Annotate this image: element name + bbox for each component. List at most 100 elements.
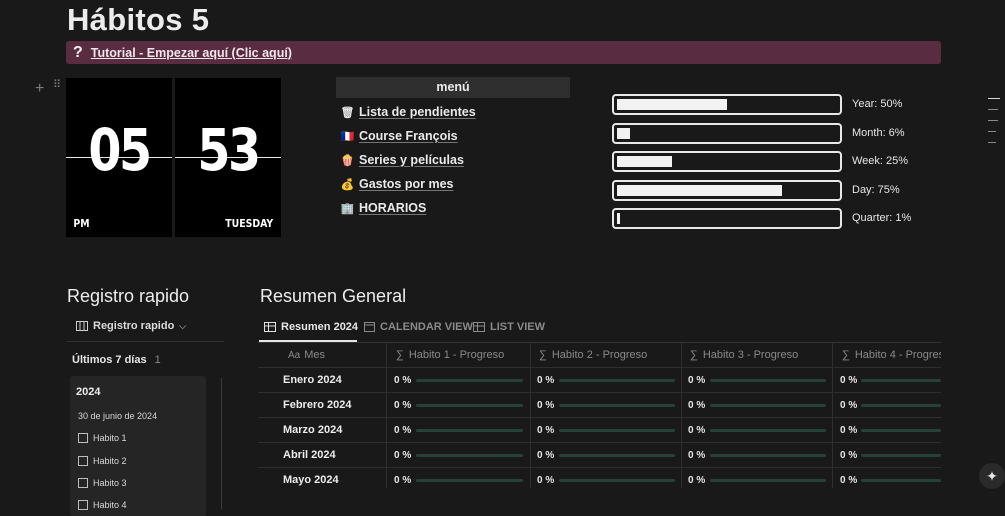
habit-progress-value: 0 % [394,475,412,486]
habit-progress-track [861,404,941,407]
year-progress-bar [612,94,842,115]
toc-marker[interactable] [988,142,996,143]
column-header-habito-2[interactable]: ∑ Habito 2 - Progreso [539,343,647,367]
habit-progress-value: 0 % [688,400,706,411]
column-header-habito-1[interactable]: ∑ Habito 1 - Progreso [396,343,504,367]
table-row-mes[interactable]: Mayo 2024 [283,474,339,486]
table-icon [473,322,485,332]
menu-item-label[interactable]: Course François [359,129,458,143]
building-icon: 🏢 [340,202,355,215]
clock-weekday: TUESDAY [224,217,273,230]
habit-progress-value: 0 % [537,375,555,386]
toc-marker[interactable] [988,131,996,132]
table-row-mes[interactable]: Abril 2024 [283,449,336,461]
formula-icon: ∑ [539,349,547,361]
habit-progress-track [710,404,826,407]
menu-item-label[interactable]: Gastos por mes [359,177,453,191]
habit-progress-value: 0 % [688,450,706,461]
tutorial-callout[interactable]: ? Tutorial - Empezar aquí (Clic aquí) [66,41,941,64]
tutorial-link[interactable]: Tutorial - Empezar aquí (Clic aquí) [91,46,292,60]
tab-calendar-view[interactable]: CALENDAR VIEW [364,321,473,333]
week-progress-bar [612,151,842,172]
habit-progress-value: 0 % [537,450,555,461]
menu-item-label[interactable]: Series y películas [359,153,464,167]
habit-progress-value: 0 % [394,400,412,411]
habit-progress-value: 0 % [840,400,858,411]
habit-progress-track [861,429,941,432]
tab-resumen-2024[interactable]: Resumen 2024 [264,321,358,333]
menu-item-label[interactable]: Lista de pendientes [359,105,476,119]
tab-label: CALENDAR VIEW [380,321,473,333]
toc-marker[interactable] [988,120,998,121]
progress-fill [617,185,782,196]
table-row-mes[interactable]: Febrero 2024 [283,399,351,411]
card-date: 30 de junio de 2024 [78,411,158,421]
habit-progress-track [559,379,675,382]
group-label: Últimos 7 días [72,354,147,366]
popcorn-icon: 🍿 [340,154,355,167]
menu-item-course-francois[interactable]: 🇫🇷 Course François [340,129,458,143]
progress-fill [617,128,630,139]
habit-progress-track [559,429,675,432]
menu-item-series-y-peliculas[interactable]: 🍿 Series y películas [340,153,464,167]
card-title: 2024 [76,386,101,398]
registro-view-label: Registro rapido [93,320,175,332]
ai-assistant-button[interactable]: ✦ [979,463,1005,489]
calendar-icon [364,322,375,332]
menu-item-lista-de-pendientes[interactable]: 🗑 Lista de pendientes [340,105,476,119]
registro-view-selector[interactable]: Registro rapido ⌵ [76,320,186,332]
drag-handle-icon[interactable]: ⠿ [53,80,61,91]
clock-minute-card: 53 TUESDAY [175,78,281,237]
sparkle-icon: ✦ [986,468,998,484]
question-icon: ? [73,43,83,61]
year-progress-label: Year: 50% [852,98,903,110]
france-flag-icon: 🇫🇷 [340,130,355,143]
column-header-habito-4[interactable]: ∑ Habito 4 - Progres [842,343,941,367]
column-header-habito-3[interactable]: ∑ Habito 3 - Progreso [690,343,798,367]
day-progress-label: Day: 75% [852,184,900,196]
habit-progress-track [416,379,523,382]
month-progress-bar [612,123,842,144]
habit-progress-value: 0 % [688,375,706,386]
toc-marker[interactable] [988,98,1000,99]
habit-progress-value: 0 % [840,475,858,486]
habit-checkbox-3[interactable]: Habito 3 [78,478,127,488]
habit-label: Habito 2 [93,456,127,466]
board-icon [76,321,88,331]
habit-label: Habito 3 [93,478,127,488]
chevron-down-icon: ⌵ [179,320,187,331]
month-progress-label: Month: 6% [852,127,905,139]
habit-progress-track [559,479,675,482]
resumen-title: Resumen General [260,286,407,306]
formula-icon: ∑ [690,349,698,361]
tab-label: Resumen 2024 [281,321,359,333]
progress-fill [617,213,620,224]
habit-progress-track [416,454,523,457]
column-header-mes[interactable]: Aa Mes [288,343,325,367]
habit-progress-track [861,454,941,457]
add-block-icon[interactable]: + [35,80,44,98]
table-row-mes[interactable]: Marzo 2024 [283,424,342,436]
toc-marker[interactable] [988,109,998,110]
habit-progress-track [710,429,826,432]
page-title: Hábitos 5 [67,2,210,37]
day-progress-bar [612,180,842,201]
trash-icon: 🗑 [340,106,355,119]
menu-item-label[interactable]: HORARIOS [359,201,426,215]
checkbox[interactable] [78,456,88,466]
habit-progress-value: 0 % [537,425,555,436]
menu-item-horarios[interactable]: 🏢 HORARIOS [340,201,427,215]
week-progress-label: Week: 25% [852,155,909,167]
registro-title: Registro rapido [67,286,190,306]
tab-list-view[interactable]: LIST VIEW [473,321,545,333]
habit-checkbox-1[interactable]: Habito 1 [78,433,127,443]
menu-item-gastos-por-mes[interactable]: 💰 Gastos por mes [340,177,454,191]
checkbox[interactable] [78,478,88,488]
group-header[interactable]: Últimos 7 días 1 [72,354,161,366]
habit-progress-value: 0 % [840,375,858,386]
progress-fill [617,99,727,110]
tab-label: LIST VIEW [490,321,545,333]
habit-checkbox-2[interactable]: Habito 2 [78,456,127,466]
table-row-mes[interactable]: Enero 2024 [283,374,342,386]
checkbox[interactable] [78,433,88,443]
